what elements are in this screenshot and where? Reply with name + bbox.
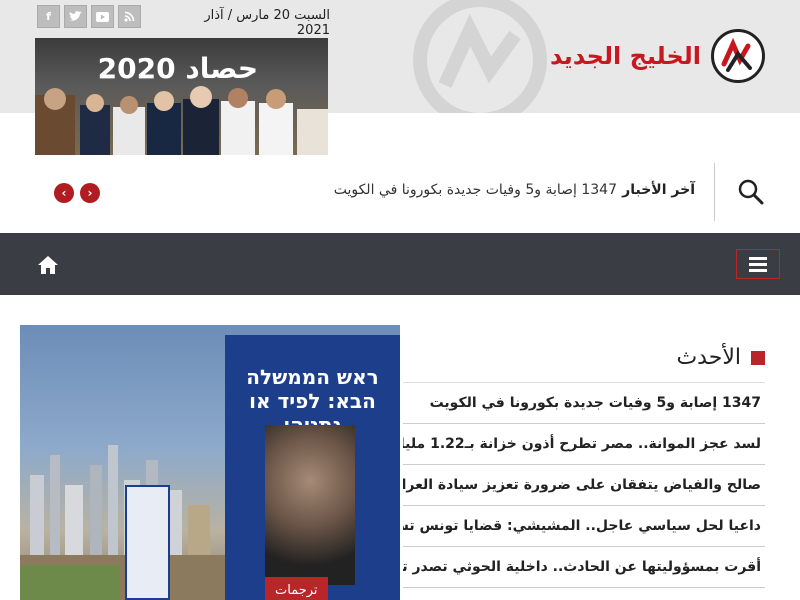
latest-header: الأحدث — [403, 333, 765, 383]
ticker-headline[interactable]: 1347 إصابة و5 وفيات جديدة بكورونا في الك… — [334, 182, 617, 198]
small-campaign-sign — [125, 485, 170, 600]
latest-news-list: 1347 إصابة و5 وفيات جديدة بكورونا في الك… — [403, 383, 765, 588]
facebook-icon[interactable]: f — [37, 5, 60, 28]
latest-news-panel: الأحدث 1347 إصابة و5 وفيات جديدة بكورونا… — [403, 333, 765, 588]
promo-banner[interactable]: حصاد 2020 — [35, 38, 328, 155]
banner-title: حصاد 2020 — [97, 52, 258, 85]
list-item[interactable]: داعيا لحل سياسي عاجل.. المشيشي: قضايا تو… — [403, 506, 765, 547]
category-tag[interactable]: ترجمات — [265, 577, 328, 600]
search-icon[interactable] — [737, 178, 765, 206]
list-item[interactable]: 1347 إصابة و5 وفيات جديدة بكورونا في الك… — [403, 383, 765, 424]
list-item[interactable]: لسد عجز الموانة.. مصر تطرح أذون خزانة بـ… — [403, 424, 765, 465]
latest-title: الأحدث — [676, 345, 741, 370]
current-date: السبت 20 مارس / آذار 2021 — [204, 8, 330, 38]
list-item[interactable]: صالح والفياض يتفقان على ضرورة تعزيز سياد… — [403, 465, 765, 506]
main-navbar — [0, 233, 800, 295]
menu-bar — [749, 268, 767, 272]
menu-bar — [749, 262, 767, 266]
ticker-divider — [714, 163, 715, 221]
watermark-logo — [413, 0, 547, 113]
menu-bar — [749, 256, 767, 260]
youtube-icon[interactable] — [91, 5, 114, 28]
campaign-billboard: ראש הממשלה הבא: לפיד או נתניהו — [225, 335, 400, 600]
news-ticker: آخر الأخبار 1347 إصابة و5 وفيات جديدة بك… — [0, 163, 800, 221]
logo-icon — [711, 29, 765, 83]
site-name: الخليج الجديد — [549, 42, 701, 70]
ticker-next-icon[interactable]: › — [80, 183, 100, 203]
banner-figures-image — [35, 86, 328, 155]
ticker-controls: ‹ › — [54, 183, 100, 203]
social-links: f — [37, 5, 141, 28]
billboard-portrait — [265, 425, 355, 585]
list-item[interactable]: أقرت بمسؤوليتها عن الحادث.. داخلية الحوث… — [403, 547, 765, 588]
twitter-icon[interactable] — [64, 5, 87, 28]
section-marker-icon — [751, 350, 765, 365]
featured-article-image[interactable]: ראש הממשלה הבא: לפיד או נתניהו ترجمات — [20, 325, 400, 600]
ticker-prev-icon[interactable]: ‹ — [54, 183, 74, 203]
site-logo[interactable]: الخليج الجديد — [550, 28, 765, 84]
home-icon[interactable] — [36, 253, 60, 277]
ticker-label: آخر الأخبار — [622, 182, 695, 198]
hamburger-menu-button[interactable] — [736, 249, 780, 279]
rss-icon[interactable] — [118, 5, 141, 28]
